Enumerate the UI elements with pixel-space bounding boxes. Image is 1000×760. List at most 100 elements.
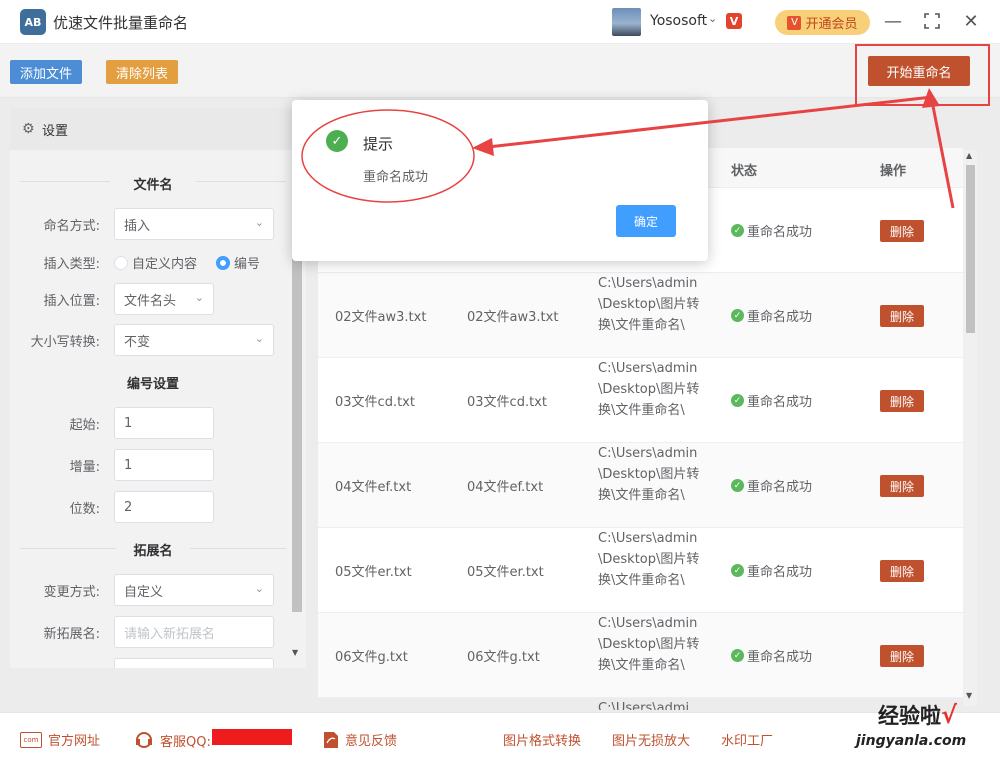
delete-button[interactable]: 删除	[880, 390, 924, 412]
table-row[interactable]: 02文件aw3.txt 02文件aw3.txt C:\Users\admin\D…	[318, 273, 963, 358]
chevron-down-icon: ⌄	[194, 291, 204, 304]
check-circle-icon: ✓	[731, 649, 744, 662]
settings-scrollbar[interactable]	[292, 242, 302, 612]
delete-button[interactable]: 删除	[880, 560, 924, 582]
radio-custom-content[interactable]: 自定义内容	[114, 253, 197, 272]
settings-title: 设置	[42, 123, 69, 139]
start-input[interactable]: 1	[114, 407, 214, 439]
insert-position-value: 文件名头	[124, 293, 177, 309]
radio-numbering[interactable]: 编号	[216, 253, 260, 272]
path-cell: C:\Users\admin\Desktop\图片转换\文件重命名\	[598, 276, 700, 333]
status-text: 重命名成功	[747, 225, 813, 240]
user-name[interactable]: Yososoft	[650, 13, 707, 29]
image-lossless-upscale-link[interactable]: 图片无损放大	[612, 730, 690, 749]
status-text: 重命名成功	[747, 310, 813, 325]
extra-input[interactable]	[114, 658, 274, 668]
new-extension-input[interactable]: 请输入新拓展名	[114, 616, 274, 648]
radio-checked-icon[interactable]	[216, 255, 230, 270]
check-circle-icon: ✓	[326, 130, 348, 152]
case-select[interactable]: 不变 ⌄	[114, 324, 274, 356]
vip-icon: V	[787, 15, 802, 30]
gear-icon: ⚙	[22, 121, 35, 137]
change-method-label: 变更方式:	[43, 585, 100, 600]
path-cell: C:\Users\admin\Desktop\图片转换\文件重命名\	[598, 446, 700, 503]
check-circle-icon: ✓	[731, 479, 744, 492]
minimize-icon[interactable]: —	[882, 10, 904, 32]
naming-method-select[interactable]: 插入 ⌄	[114, 208, 274, 240]
check-circle-icon: ✓	[731, 394, 744, 407]
official-website-link[interactable]: com 官方网址	[20, 730, 100, 749]
new-name-cell: 03文件cd.txt	[467, 395, 547, 410]
official-website-label: 官方网址	[48, 734, 101, 749]
maximize-icon[interactable]	[921, 10, 943, 32]
check-circle-icon: ✓	[731, 309, 744, 322]
vip-badge-icon: V	[726, 13, 742, 29]
chevron-down-icon[interactable]: ⌄	[708, 12, 717, 25]
start-label: 起始:	[69, 418, 100, 433]
feedback-label: 意见反馈	[345, 734, 398, 749]
column-header-action: 操作	[880, 164, 907, 179]
clear-list-button[interactable]: 清除列表	[106, 60, 178, 84]
watermark-url: jingyanla.com	[856, 733, 967, 749]
vip-button[interactable]: V 开通会员	[775, 10, 870, 35]
digits-input[interactable]: 2	[114, 491, 214, 523]
status-text: 重命名成功	[747, 480, 813, 495]
delete-button[interactable]: 删除	[880, 220, 924, 242]
insert-type-label: 插入类型:	[43, 257, 100, 272]
table-row[interactable]: 05文件er.txt 05文件er.txt C:\Users\admin\Des…	[318, 528, 963, 613]
table-row[interactable]: 04文件ef.txt 04文件ef.txt C:\Users\admin\Des…	[318, 443, 963, 528]
original-name-cell: 03文件cd.txt	[335, 395, 415, 410]
user-avatar[interactable]	[612, 8, 641, 36]
watermark-factory-link[interactable]: 水印工厂	[721, 730, 773, 749]
delete-button[interactable]: 删除	[880, 305, 924, 327]
new-extension-label: 新拓展名:	[43, 627, 100, 642]
settings-header: ⚙ 设置	[10, 108, 306, 150]
dialog-message: 重命名成功	[363, 170, 429, 185]
table-row[interactable]: 03文件cd.txt 03文件cd.txt C:\Users\admin\Des…	[318, 358, 963, 443]
naming-method-value: 插入	[124, 218, 151, 234]
status-cell: ✓ 重命名成功	[731, 646, 812, 665]
status-text: 重命名成功	[747, 395, 813, 410]
watermark-text: 经验啦	[878, 704, 941, 728]
annotation-highlight-box	[855, 44, 990, 106]
case-label: 大小写转换:	[30, 335, 100, 350]
table-scrollbar-thumb[interactable]	[966, 165, 975, 333]
status-cell: ✓ 重命名成功	[731, 306, 812, 325]
table-row[interactable]: 06文件g.txt 06文件g.txt C:\Users\admin\Deskt…	[318, 613, 963, 698]
toolbar: 添加文件 清除列表	[0, 44, 1000, 98]
status-cell: ✓ 重命名成功	[731, 561, 812, 580]
change-method-value: 自定义	[124, 584, 164, 600]
title-bar: AB 优速文件批量重命名 Yososoft ⌄ V V 开通会员 — ✕	[0, 0, 1000, 44]
scroll-down-icon[interactable]: ▼	[292, 648, 298, 657]
chevron-down-icon: ⌄	[254, 332, 264, 345]
scroll-up-icon[interactable]: ▲	[966, 151, 972, 160]
path-cell: C:\Users\admin\Desktop\图片转换\文件重命名\	[598, 616, 700, 673]
feedback-link[interactable]: 意见反馈	[323, 730, 397, 749]
check-circle-icon: ✓	[731, 564, 744, 577]
new-name-cell: 05文件er.txt	[467, 565, 544, 580]
support-qq-link[interactable]: 客服QQ:	[134, 730, 211, 750]
step-input[interactable]: 1	[114, 449, 214, 481]
delete-button[interactable]: 删除	[880, 475, 924, 497]
change-method-select[interactable]: 自定义 ⌄	[114, 574, 274, 606]
new-name-cell: 06文件g.txt	[467, 650, 540, 665]
status-cell: ✓ 重命名成功	[731, 221, 812, 240]
close-icon[interactable]: ✕	[960, 10, 982, 32]
digits-label: 位数:	[69, 502, 100, 517]
delete-button[interactable]: 删除	[880, 645, 924, 667]
scroll-down-icon[interactable]: ▼	[966, 691, 972, 700]
divider	[196, 181, 286, 182]
column-header-status: 状态	[731, 164, 758, 179]
add-file-button[interactable]: 添加文件	[10, 60, 82, 84]
original-name-cell: 05文件er.txt	[335, 565, 412, 580]
footer: com 官方网址 客服QQ: 意见反馈 图片格式转换 图片无损放大 水印工厂	[0, 712, 1000, 760]
insert-position-label: 插入位置:	[43, 294, 100, 309]
image-format-convert-link[interactable]: 图片格式转换	[503, 730, 581, 749]
pdf-file-icon	[324, 731, 338, 748]
app-logo-icon: AB	[20, 9, 46, 35]
radio-unchecked-icon[interactable]	[114, 255, 128, 270]
status-cell: ✓ 重命名成功	[731, 476, 812, 495]
insert-position-select[interactable]: 文件名头 ⌄	[114, 283, 214, 315]
dialog-ok-button[interactable]: 确定	[616, 205, 676, 237]
status-text: 重命名成功	[747, 565, 813, 580]
